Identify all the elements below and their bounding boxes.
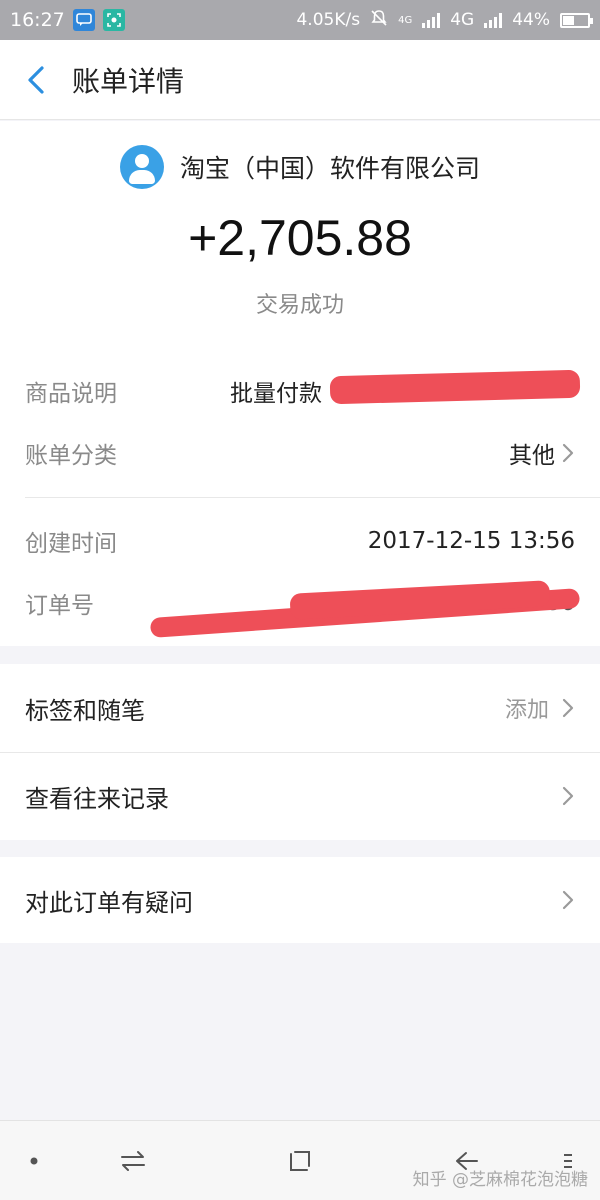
category-value-wrap: 其他 (509, 436, 575, 470)
battery-icon (560, 12, 593, 28)
transaction-status: 交易成功 (255, 293, 344, 318)
tags-notes-label: 标签和随笔 (25, 696, 145, 725)
view-history-right (561, 785, 575, 807)
merchant-name: 淘宝（中国）软件有限公司 (179, 154, 480, 183)
bill-summary-card: 淘宝（中国）软件有限公司 +2,705.88 交易成功 商品说明 批量付款 账单… (0, 121, 600, 646)
chevron-right-icon (562, 443, 574, 463)
merchant-row: 淘宝（中国）软件有限公司 (0, 143, 600, 191)
signal-icon-2 (484, 12, 503, 28)
nav-dot-button[interactable] (14, 1141, 54, 1181)
nav-home-button[interactable] (280, 1141, 320, 1181)
actions-section: 标签和随笔 添加 查看往来记录 (0, 664, 600, 840)
tags-notes-right: 添加 (505, 692, 575, 724)
created-time-row: 创建时间 2017-12-15 13:56 (25, 521, 575, 561)
add-label: 添加 (504, 698, 549, 723)
status-right: 4.05K/s 4G 4G 44% (296, 9, 593, 32)
watermark-text: 知乎 @芝麻棉花泡泡糖 (412, 1170, 588, 1190)
status-time: 16:27 (10, 9, 65, 31)
system-nav-bar: 知乎 @芝麻棉花泡泡糖 (0, 1120, 600, 1200)
status-left: 16:27 (10, 9, 125, 31)
view-history-item[interactable]: 查看往来记录 (0, 752, 600, 840)
network-label: 4G (450, 10, 475, 30)
back-button[interactable] (0, 40, 72, 120)
nav-switch-button[interactable] (113, 1141, 153, 1181)
dot-icon (30, 1157, 38, 1165)
home-square-icon (290, 1151, 310, 1171)
category-label: 账单分类 (25, 443, 117, 469)
order-question-label: 对此订单有疑问 (25, 888, 193, 917)
scan-notification-icon (102, 9, 125, 31)
chevron-right-icon (562, 698, 574, 718)
network-small-label: 4G (398, 14, 413, 26)
question-section: 对此订单有疑问 (0, 857, 600, 943)
category-row[interactable]: 账单分类 其他 (25, 433, 575, 473)
order-question-right (561, 889, 575, 911)
page-title: 账单详情 (72, 64, 185, 98)
battery-percent: 44% (512, 10, 550, 30)
mute-icon (370, 9, 388, 32)
net-speed: 4.05K/s (296, 10, 361, 30)
merchant-avatar (119, 145, 164, 189)
chevron-right-icon (562, 890, 574, 910)
message-notification-icon (72, 9, 95, 31)
signal-icon (422, 12, 441, 28)
battery-fill (563, 15, 574, 25)
description-value: 批量付款 (230, 381, 322, 407)
description-label: 商品说明 (25, 381, 117, 407)
tags-notes-item[interactable]: 标签和随笔 添加 (0, 664, 600, 752)
status-bar: 16:27 4.05K/s 4G 4G 44% (0, 0, 600, 40)
divider (25, 497, 600, 498)
transaction-amount: +2,705.88 (188, 210, 412, 266)
chevron-left-icon (28, 65, 44, 94)
created-time-label: 创建时间 (25, 531, 117, 557)
app-header: 账单详情 (0, 40, 600, 120)
switch-arrows-icon (121, 1151, 145, 1171)
view-history-label: 查看往来记录 (25, 784, 169, 813)
order-question-item[interactable]: 对此订单有疑问 (0, 857, 600, 943)
created-time-value: 2017-12-15 13:56 (367, 528, 575, 554)
category-value: 其他 (509, 443, 555, 469)
chevron-right-icon (562, 786, 574, 806)
